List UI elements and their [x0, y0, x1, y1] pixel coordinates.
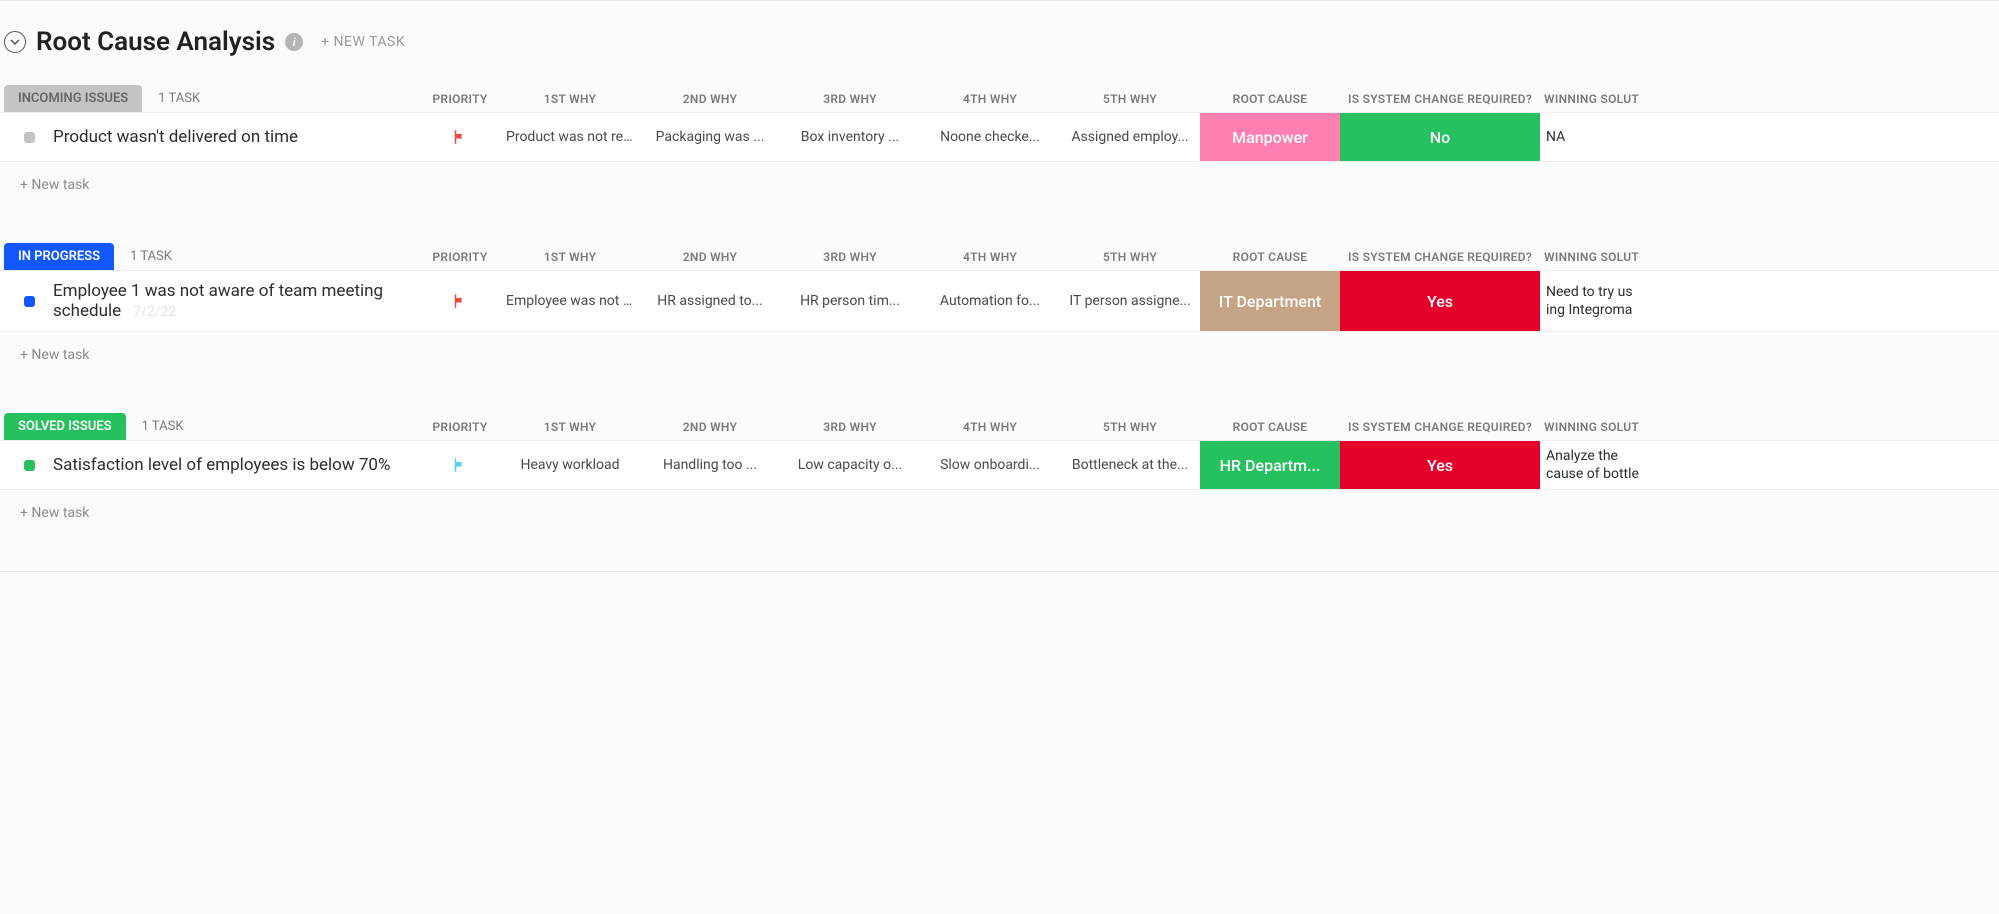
task-title: Product wasn't delivered on time — [53, 127, 298, 147]
status-pill[interactable]: INCOMING ISSUES — [4, 85, 142, 112]
task-row[interactable]: Employee 1 was not aware of team meeting… — [0, 270, 1999, 332]
cell-sys-change[interactable]: Yes — [1340, 441, 1540, 489]
task-title: Employee 1 was not aware of team meeting… — [53, 281, 412, 321]
col-3rd-why[interactable]: 3RD WHY — [780, 244, 920, 270]
col-4th-why[interactable]: 4TH WHY — [920, 414, 1060, 440]
group-block: SOLVED ISSUES 1 TASK PRIORITY 1ST WHY 2N… — [0, 413, 1999, 533]
column-headers: PRIORITY 1ST WHY 2ND WHY 3RD WHY 4TH WHY… — [420, 244, 1999, 270]
new-task-button[interactable]: + NEW TASK — [321, 34, 405, 50]
cell-winning[interactable]: Need to try us ing Integroma — [1540, 271, 1660, 331]
column-headers: PRIORITY 1ST WHY 2ND WHY 3RD WHY 4TH WHY… — [420, 414, 1999, 440]
cell-1st-why[interactable]: Heavy workload — [500, 441, 640, 489]
col-3rd-why[interactable]: 3RD WHY — [780, 414, 920, 440]
task-title: Satisfaction level of employees is below… — [53, 455, 390, 475]
col-2nd-why[interactable]: 2ND WHY — [640, 244, 780, 270]
cell-1st-why[interactable]: Employee was not b... — [500, 271, 640, 331]
col-sys-change[interactable]: IS SYSTEM CHANGE REQUIRED? — [1340, 244, 1540, 270]
col-2nd-why[interactable]: 2ND WHY — [640, 414, 780, 440]
col-1st-why[interactable]: 1ST WHY — [500, 244, 640, 270]
cell-2nd-why[interactable]: Handling too ... — [640, 441, 780, 489]
add-task-button[interactable]: + New task — [20, 347, 89, 363]
group-header: INCOMING ISSUES 1 TASK PRIORITY 1ST WHY … — [0, 85, 1999, 112]
status-square-icon[interactable] — [24, 460, 35, 471]
add-task-row: + New task — [0, 490, 1999, 533]
col-5th-why[interactable]: 5TH WHY — [1060, 414, 1200, 440]
group-header: SOLVED ISSUES 1 TASK PRIORITY 1ST WHY 2N… — [0, 413, 1999, 440]
col-1st-why[interactable]: 1ST WHY — [500, 414, 640, 440]
col-5th-why[interactable]: 5TH WHY — [1060, 86, 1200, 112]
col-sys-change[interactable]: IS SYSTEM CHANGE REQUIRED? — [1340, 86, 1540, 112]
add-task-button[interactable]: + New task — [20, 505, 89, 521]
priority-flag-icon[interactable] — [420, 271, 500, 331]
col-priority[interactable]: PRIORITY — [420, 244, 500, 270]
col-priority[interactable]: PRIORITY — [420, 414, 500, 440]
cell-5th-why[interactable]: Assigned employ... — [1060, 113, 1200, 161]
cell-sys-change[interactable]: Yes — [1340, 271, 1540, 331]
cell-4th-why[interactable]: Slow onboardi... — [920, 441, 1060, 489]
task-title-cell[interactable]: Product wasn't delivered on time — [0, 113, 420, 161]
task-count: 1 TASK — [130, 249, 172, 264]
col-root-cause[interactable]: ROOT CAUSE — [1200, 414, 1340, 440]
col-2nd-why[interactable]: 2ND WHY — [640, 86, 780, 112]
cell-2nd-why[interactable]: Packaging was ... — [640, 113, 780, 161]
col-sys-change[interactable]: IS SYSTEM CHANGE REQUIRED? — [1340, 414, 1540, 440]
col-1st-why[interactable]: 1ST WHY — [500, 86, 640, 112]
add-task-button[interactable]: + New task — [20, 177, 89, 193]
cell-5th-why[interactable]: Bottleneck at the... — [1060, 441, 1200, 489]
cell-sys-change[interactable]: No — [1340, 113, 1540, 161]
cell-root-cause[interactable]: Manpower — [1200, 113, 1340, 161]
cell-root-cause[interactable]: IT Department — [1200, 271, 1340, 331]
col-winning[interactable]: WINNING SOLUT — [1540, 86, 1660, 112]
ghost-date: 7/2/22 — [133, 304, 176, 320]
priority-flag-icon[interactable] — [420, 441, 500, 489]
status-pill[interactable]: SOLVED ISSUES — [4, 413, 126, 440]
cell-3rd-why[interactable]: HR person tim... — [780, 271, 920, 331]
bottom-divider — [0, 571, 1999, 572]
col-root-cause[interactable]: ROOT CAUSE — [1200, 86, 1340, 112]
group-header: IN PROGRESS 1 TASK PRIORITY 1ST WHY 2ND … — [0, 243, 1999, 270]
task-title-cell[interactable]: Employee 1 was not aware of team meeting… — [0, 271, 420, 331]
column-headers: PRIORITY 1ST WHY 2ND WHY 3RD WHY 4TH WHY… — [420, 86, 1999, 112]
status-square-icon[interactable] — [24, 132, 35, 143]
col-4th-why[interactable]: 4TH WHY — [920, 86, 1060, 112]
task-count: 1 TASK — [158, 91, 200, 106]
page-title: Root Cause Analysis — [36, 27, 275, 57]
priority-flag-icon[interactable] — [420, 113, 500, 161]
cell-winning[interactable]: Analyze the cause of bottle — [1540, 441, 1660, 489]
cell-4th-why[interactable]: Noone checke... — [920, 113, 1060, 161]
cell-winning[interactable]: NA — [1540, 113, 1660, 161]
status-square-icon[interactable] — [24, 296, 35, 307]
cell-3rd-why[interactable]: Low capacity o... — [780, 441, 920, 489]
col-3rd-why[interactable]: 3RD WHY — [780, 86, 920, 112]
group-block: INCOMING ISSUES 1 TASK PRIORITY 1ST WHY … — [0, 85, 1999, 205]
add-task-row: + New task — [0, 162, 1999, 205]
col-winning[interactable]: WINNING SOLUT — [1540, 414, 1660, 440]
view-header: Root Cause Analysis i + NEW TASK — [0, 9, 1999, 85]
group-block: IN PROGRESS 1 TASK PRIORITY 1ST WHY 2ND … — [0, 243, 1999, 375]
info-icon[interactable]: i — [285, 33, 303, 51]
cell-2nd-why[interactable]: HR assigned to... — [640, 271, 780, 331]
collapse-icon[interactable] — [4, 31, 26, 53]
cell-4th-why[interactable]: Automation fo... — [920, 271, 1060, 331]
cell-root-cause[interactable]: HR Departm... — [1200, 441, 1340, 489]
task-count: 1 TASK — [142, 419, 184, 434]
col-winning[interactable]: WINNING SOLUT — [1540, 244, 1660, 270]
cell-1st-why[interactable]: Product was not rea... — [500, 113, 640, 161]
add-task-row: + New task — [0, 332, 1999, 375]
cell-5th-why[interactable]: IT person assigne... — [1060, 271, 1200, 331]
col-priority[interactable]: PRIORITY — [420, 86, 500, 112]
status-pill[interactable]: IN PROGRESS — [4, 243, 114, 270]
cell-3rd-why[interactable]: Box inventory ... — [780, 113, 920, 161]
task-row[interactable]: Product wasn't delivered on time Product… — [0, 112, 1999, 162]
col-root-cause[interactable]: ROOT CAUSE — [1200, 244, 1340, 270]
col-5th-why[interactable]: 5TH WHY — [1060, 244, 1200, 270]
task-title-cell[interactable]: Satisfaction level of employees is below… — [0, 441, 420, 489]
task-row[interactable]: Satisfaction level of employees is below… — [0, 440, 1999, 490]
col-4th-why[interactable]: 4TH WHY — [920, 244, 1060, 270]
